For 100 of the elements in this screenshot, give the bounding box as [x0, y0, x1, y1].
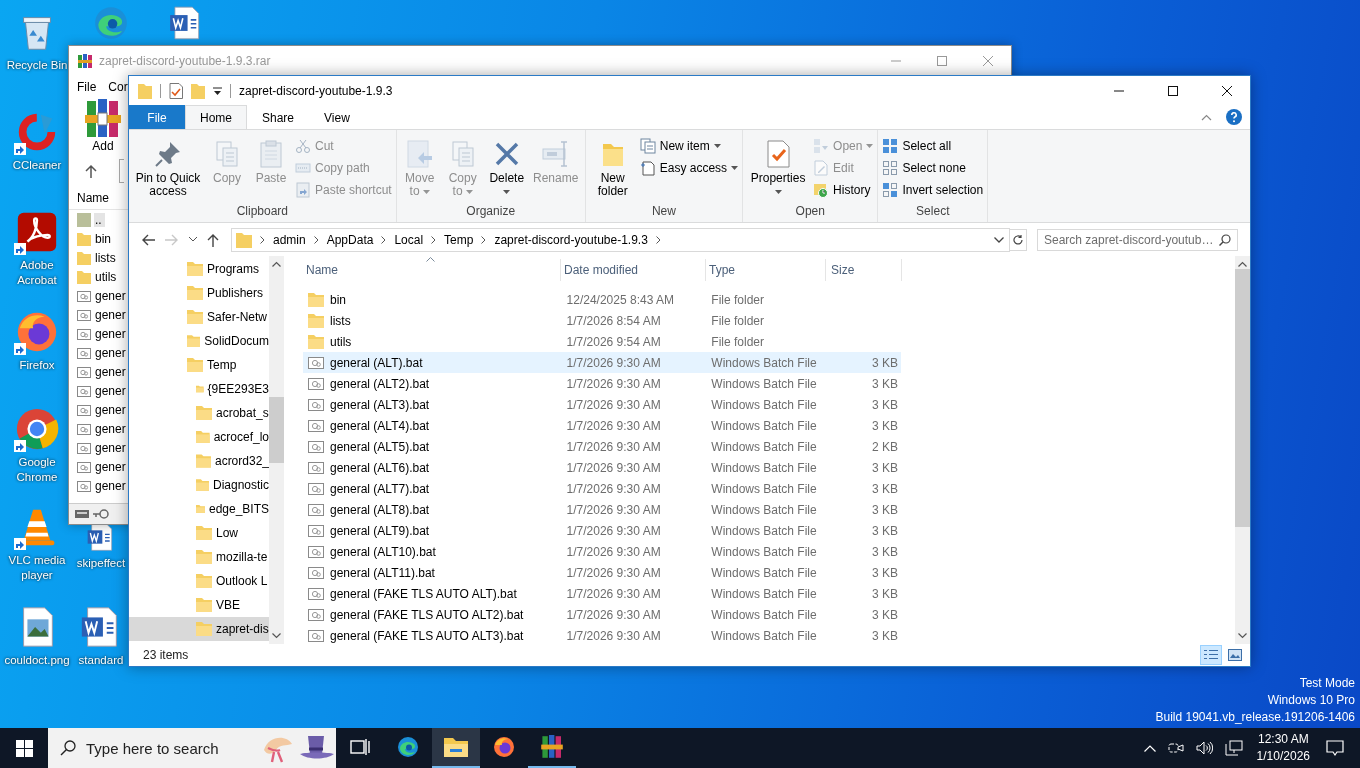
add-button[interactable]: Add	[85, 99, 121, 155]
breadcrumb[interactable]: admin	[273, 232, 306, 247]
file-row[interactable]: lists 1/7/2026 8:54 AM File folder	[303, 310, 901, 331]
nav-item[interactable]: acrobat_s	[129, 401, 269, 425]
caret-up-icon[interactable]	[1143, 744, 1156, 752]
details-view-button[interactable]	[1200, 645, 1222, 665]
ribbon-button[interactable]: History	[813, 182, 874, 198]
scroll-up-icon[interactable]	[1238, 261, 1247, 267]
column-header[interactable]: Date modified	[561, 259, 706, 281]
file-row[interactable]: general (FAKE TLS AUTO ALT2).bat 1/7/2026 9:30 AM Windows Batch File 3 KB	[303, 604, 901, 625]
taskbar-search-field[interactable]: Type here to search	[48, 728, 336, 768]
nav-item[interactable]: SolidDocum	[129, 329, 269, 353]
up-arrow-icon[interactable]	[207, 232, 219, 247]
ribbon-tab[interactable]: Home	[185, 105, 247, 130]
scrollbar-thumb[interactable]	[1235, 269, 1250, 527]
file-name[interactable]: gener	[94, 288, 129, 303]
ribbon-button[interactable]: Properties	[747, 132, 810, 204]
column-header[interactable]: Name	[303, 259, 561, 281]
collapse-ribbon-icon[interactable]	[1201, 113, 1212, 121]
menu-item[interactable]: File	[77, 80, 97, 94]
help-icon[interactable]	[1226, 109, 1242, 125]
file-name[interactable]: ..	[94, 212, 105, 227]
ribbon-tab[interactable]: Share	[247, 105, 310, 129]
file-row[interactable]: general (ALT6).bat 1/7/2026 9:30 AM Windows Batch File 3 KB	[303, 457, 901, 478]
scroll-down-icon[interactable]	[1238, 633, 1247, 639]
speaker-icon[interactable]	[1195, 741, 1213, 755]
file-row[interactable]: general (ALT8).bat 1/7/2026 9:30 AM Windows Batch File 3 KB	[303, 499, 901, 520]
breadcrumb[interactable]: AppData	[326, 232, 374, 247]
column-header[interactable]: Name	[77, 191, 109, 205]
back-arrow-icon[interactable]	[141, 233, 155, 246]
ribbon-button[interactable]: New item	[639, 138, 739, 154]
file-row[interactable]: general (FAKE TLS AUTO ALT3).bat 1/7/2026 9:30 AM Windows Batch File 3 KB	[303, 625, 901, 646]
dropdown-icon[interactable]	[213, 86, 222, 95]
file-name[interactable]: gener	[94, 345, 129, 360]
nav-item[interactable]: Diagnostic	[129, 473, 269, 497]
ribbon-button[interactable]: Select none	[882, 160, 984, 176]
refresh-button[interactable]	[1009, 228, 1027, 251]
file-row[interactable]: general (ALT9).bat 1/7/2026 9:30 AM Windows Batch File 3 KB	[303, 520, 901, 541]
file-name[interactable]: gener	[94, 402, 129, 417]
column-header[interactable]: Type	[706, 259, 826, 281]
column-header[interactable]: Size	[826, 259, 902, 281]
ribbon-button[interactable]: Invert selection	[882, 182, 984, 198]
file-row[interactable]: general (ALT3).bat 1/7/2026 9:30 AM Windows Batch File 3 KB	[303, 394, 901, 415]
file-row[interactable]: general (ALT7).bat 1/7/2026 9:30 AM Windows Batch File 3 KB	[303, 478, 901, 499]
file-row[interactable]: bin 12/24/2025 8:43 AM File folder	[303, 289, 901, 310]
breadcrumb[interactable]: Local	[394, 232, 424, 247]
nav-item[interactable]: edge_BITS	[129, 497, 269, 521]
circle-logo-icon[interactable]	[14, 406, 60, 452]
scroll-up-icon[interactable]	[272, 261, 281, 267]
address-bar[interactable]: admin AppData Local Temp zapret-discord-youtube-1.9.3	[231, 227, 1010, 252]
clock-time[interactable]: 12:30 AM	[1257, 731, 1309, 748]
ribbon-tab[interactable]: View	[309, 105, 365, 129]
network-icon[interactable]	[1224, 740, 1243, 756]
nav-item[interactable]: {9EE293E3	[129, 377, 269, 401]
breadcrumb[interactable]: zapret-discord-youtube-1.9.3	[494, 232, 648, 247]
nav-item[interactable]: Publishers	[129, 281, 269, 305]
scrollbar[interactable]	[1235, 256, 1250, 644]
scrollbar[interactable]	[269, 256, 284, 644]
nav-item[interactable]: mozilla-te	[129, 545, 269, 569]
ribbon-button[interactable]: New folder	[589, 132, 636, 204]
dropdown-icon[interactable]	[994, 236, 1004, 243]
ribbon-button[interactable]: Easy access	[639, 160, 739, 176]
nav-item[interactable]: Low	[129, 521, 269, 545]
file-row[interactable]: general (FAKE TLS AUTO ALT).bat 1/7/2026 9:30 AM Windows Batch File 3 KB	[303, 583, 901, 604]
file-name[interactable]: gener	[94, 440, 129, 455]
file-name[interactable]: gener	[94, 326, 129, 341]
file-name[interactable]: utils	[94, 269, 120, 284]
nav-item[interactable]: acrocef_lo	[129, 425, 269, 449]
ribbon-button[interactable]: Pin to Quick access	[133, 132, 203, 204]
ribbon-button[interactable]: Delete	[486, 132, 527, 204]
file-name[interactable]: gener	[94, 478, 129, 493]
scroll-down-icon[interactable]	[272, 633, 281, 639]
folder-taskbar-button[interactable]	[432, 728, 480, 768]
nav-item[interactable]: Programs	[129, 257, 269, 281]
nav-item[interactable]: Temp	[129, 353, 269, 377]
file-name[interactable]: gener	[94, 421, 129, 436]
file-row[interactable]: general (ALT).bat 1/7/2026 9:30 AM Windows Batch File 3 KB	[303, 352, 901, 373]
file-row[interactable]: utils 1/7/2026 9:54 AM File folder	[303, 331, 901, 352]
nav-item[interactable]: acrord32_	[129, 449, 269, 473]
file-name[interactable]: bin	[94, 231, 114, 246]
file-row[interactable]: general (ALT10).bat 1/7/2026 9:30 AM Windows Batch File 3 KB	[303, 541, 901, 562]
menu-item[interactable]: Cor	[108, 80, 128, 94]
file-name[interactable]: gener	[94, 364, 129, 379]
file-row[interactable]: general (ALT11).bat 1/7/2026 9:30 AM Windows Batch File 3 KB	[303, 562, 901, 583]
file-row[interactable]: general (ALT2).bat 1/7/2026 9:30 AM Windows Batch File 3 KB	[303, 373, 901, 394]
file-row[interactable]: general (ALT5).bat 1/7/2026 9:30 AM Windows Batch File 2 KB	[303, 436, 901, 457]
nav-item[interactable]: Safer-Netw	[129, 305, 269, 329]
nav-item[interactable]: VBE	[129, 593, 269, 617]
file-name[interactable]: gener	[94, 307, 129, 322]
caret-icon[interactable]	[189, 237, 197, 242]
nav-item[interactable]: zapret-dis	[129, 617, 269, 641]
file-row[interactable]: general (ALT4).bat 1/7/2026 9:30 AM Windows Batch File 3 KB	[303, 415, 901, 436]
up-arrow-icon[interactable]	[85, 164, 97, 178]
ribbon-button[interactable]: Select all	[882, 138, 984, 154]
notification-icon[interactable]	[1326, 739, 1344, 757]
file-name[interactable]: gener	[94, 459, 129, 474]
scrollbar-thumb[interactable]	[269, 397, 284, 463]
file-menu-tab[interactable]: File	[129, 105, 185, 129]
search-field[interactable]: Search zapret-discord-youtub…	[1037, 228, 1238, 251]
file-name[interactable]: lists	[94, 250, 119, 265]
